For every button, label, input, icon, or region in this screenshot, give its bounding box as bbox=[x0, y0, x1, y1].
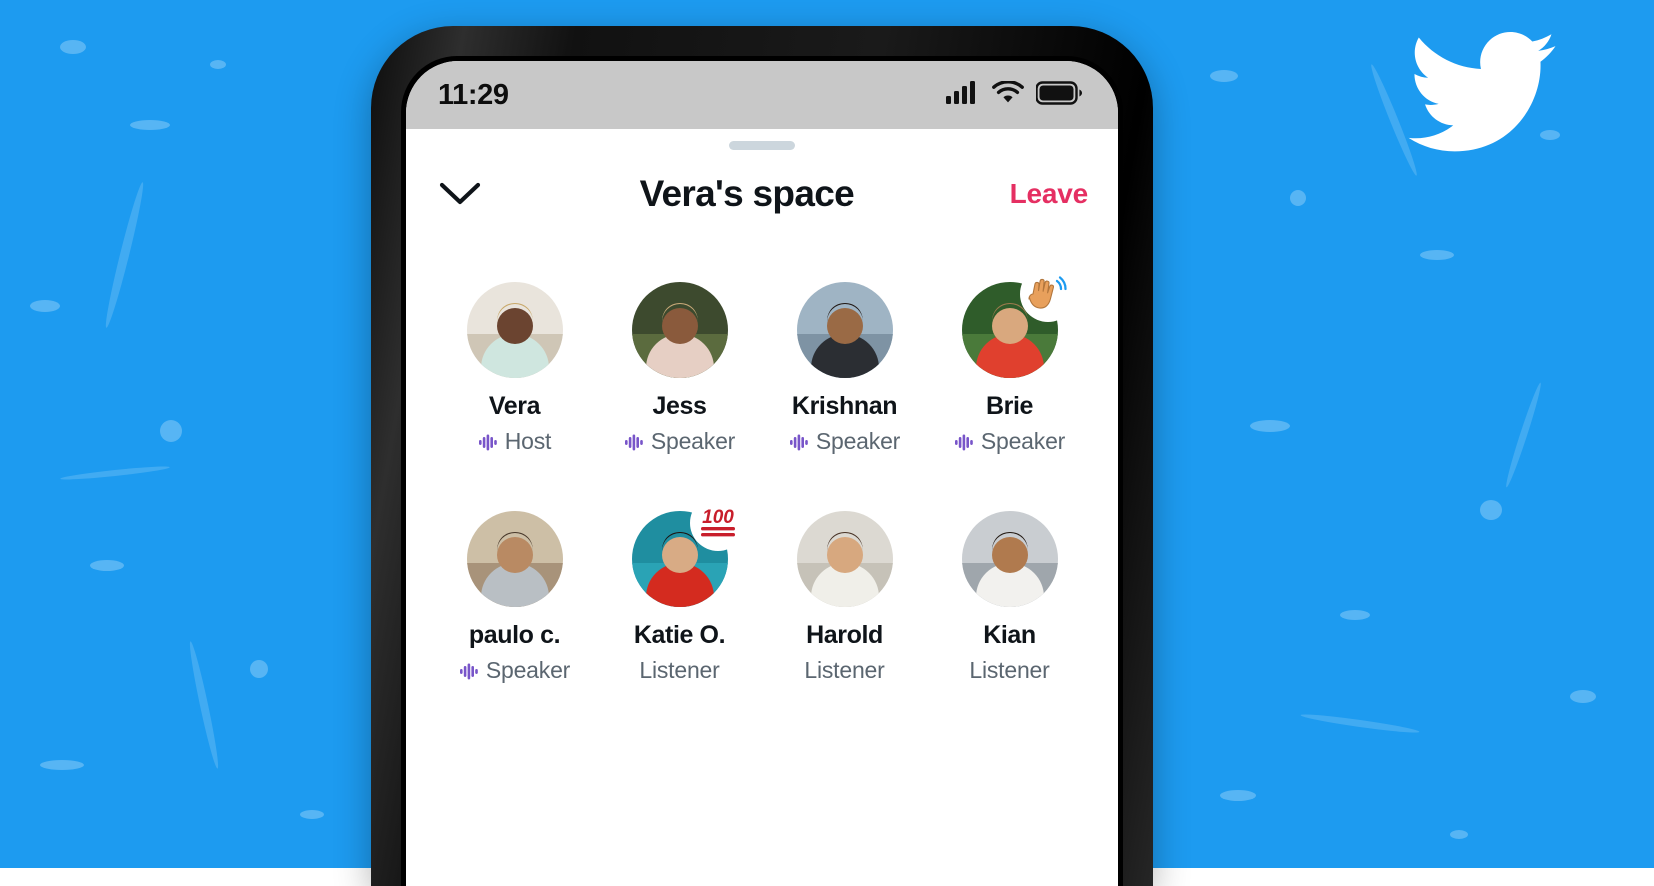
participant-card[interactable]: Jess Speaker bbox=[597, 282, 762, 455]
texture-speck bbox=[1290, 190, 1306, 206]
texture-streak bbox=[1300, 712, 1420, 736]
participant-name: Krishnan bbox=[792, 392, 897, 421]
participant-role-label: Speaker bbox=[651, 428, 735, 455]
participant-name: Jess bbox=[652, 392, 706, 421]
battery-icon bbox=[1036, 81, 1082, 110]
status-bar-icons bbox=[946, 81, 1082, 110]
avatar-container[interactable] bbox=[632, 282, 728, 378]
participant-role-label: Speaker bbox=[816, 428, 900, 455]
wifi-icon bbox=[992, 81, 1024, 110]
space-header: Vera's space Leave bbox=[406, 150, 1118, 216]
texture-speck bbox=[250, 660, 268, 678]
hundred-points-icon: 100 bbox=[690, 495, 746, 551]
avatar[interactable] bbox=[962, 511, 1058, 607]
participant-role-label: Listener bbox=[639, 657, 719, 684]
audio-waveform-icon bbox=[459, 660, 481, 682]
participant-role: Speaker bbox=[789, 428, 900, 455]
participant-role-label: Speaker bbox=[486, 657, 570, 684]
texture-speck bbox=[1570, 690, 1596, 703]
sheet-grabber[interactable] bbox=[729, 141, 795, 150]
chevron-down-icon[interactable] bbox=[436, 170, 484, 218]
participant-card[interactable]: Harold Listener bbox=[762, 511, 927, 684]
phone-screen: 11:29 bbox=[406, 61, 1118, 886]
participant-role: Listener bbox=[639, 657, 719, 684]
texture-speck bbox=[60, 40, 86, 54]
participant-role-label: Speaker bbox=[981, 428, 1065, 455]
texture-speck bbox=[300, 810, 324, 819]
avatar[interactable] bbox=[467, 282, 563, 378]
twitter-bird-icon bbox=[1408, 26, 1556, 158]
participant-role: Speaker bbox=[624, 428, 735, 455]
waving-hand-icon bbox=[1020, 266, 1076, 322]
texture-streak bbox=[102, 181, 147, 329]
texture-speck bbox=[1220, 790, 1256, 801]
participant-card[interactable]: Kian Listener bbox=[927, 511, 1092, 684]
space-sheet: Vera's space Leave Vera Host Jess Speake… bbox=[406, 141, 1118, 886]
participant-name: Katie O. bbox=[634, 621, 725, 650]
audio-waveform-icon bbox=[954, 431, 976, 453]
texture-speck bbox=[1340, 610, 1370, 620]
avatar[interactable] bbox=[797, 511, 893, 607]
texture-speck bbox=[90, 560, 124, 571]
texture-speck bbox=[40, 760, 84, 770]
audio-waveform-icon bbox=[478, 431, 500, 453]
participant-card[interactable]: Krishnan Speaker bbox=[762, 282, 927, 455]
participant-role: Listener bbox=[804, 657, 884, 684]
texture-speck bbox=[210, 60, 226, 69]
texture-speck bbox=[1210, 70, 1238, 82]
texture-speck bbox=[1250, 420, 1290, 432]
texture-speck bbox=[30, 300, 60, 312]
participant-card[interactable]: Vera Host bbox=[432, 282, 597, 455]
participant-role: Listener bbox=[969, 657, 1049, 684]
avatar-container[interactable] bbox=[797, 282, 893, 378]
participant-name: Brie bbox=[986, 392, 1033, 421]
participant-card[interactable]: paulo c. Speaker bbox=[432, 511, 597, 684]
audio-waveform-icon bbox=[789, 431, 811, 453]
avatar-container[interactable] bbox=[962, 511, 1058, 607]
status-bar-clock: 11:29 bbox=[438, 79, 509, 112]
participant-role: Host bbox=[478, 428, 552, 455]
participant-name: Vera bbox=[489, 392, 540, 421]
texture-speck bbox=[1450, 830, 1468, 839]
participants-grid: Vera Host Jess Speaker Krishnan Speaker bbox=[406, 216, 1118, 684]
avatar[interactable] bbox=[797, 282, 893, 378]
avatar-container[interactable] bbox=[962, 282, 1058, 378]
participant-role-label: Host bbox=[505, 428, 552, 455]
avatar-container[interactable] bbox=[797, 511, 893, 607]
texture-streak bbox=[187, 641, 222, 770]
avatar[interactable] bbox=[632, 282, 728, 378]
participant-role: Speaker bbox=[459, 657, 570, 684]
phone-device-frame: 11:29 bbox=[371, 26, 1153, 886]
participant-name: Kian bbox=[983, 621, 1036, 650]
participant-role-label: Listener bbox=[969, 657, 1049, 684]
participant-card[interactable]: Brie Speaker bbox=[927, 282, 1092, 455]
leave-button[interactable]: Leave bbox=[1010, 178, 1090, 210]
participant-name: Harold bbox=[806, 621, 883, 650]
page-title: Vera's space bbox=[484, 173, 1010, 215]
phone-bezel: 11:29 bbox=[401, 56, 1123, 886]
texture-streak bbox=[60, 464, 170, 481]
participant-role-label: Listener bbox=[804, 657, 884, 684]
avatar-container[interactable] bbox=[467, 282, 563, 378]
participant-card[interactable]: 100 Katie O. Listener bbox=[597, 511, 762, 684]
audio-waveform-icon bbox=[624, 431, 646, 453]
cellular-signal-icon bbox=[946, 81, 980, 110]
avatar[interactable] bbox=[467, 511, 563, 607]
texture-speck bbox=[1480, 500, 1502, 520]
participant-role: Speaker bbox=[954, 428, 1065, 455]
participant-name: paulo c. bbox=[469, 621, 560, 650]
avatar-container[interactable] bbox=[467, 511, 563, 607]
texture-streak bbox=[1503, 382, 1544, 489]
texture-speck bbox=[130, 120, 170, 130]
texture-speck bbox=[1420, 250, 1454, 260]
texture-speck bbox=[160, 420, 182, 442]
svg-text:100: 100 bbox=[702, 507, 734, 528]
status-bar: 11:29 bbox=[406, 61, 1118, 129]
avatar-container[interactable]: 100 bbox=[632, 511, 728, 607]
